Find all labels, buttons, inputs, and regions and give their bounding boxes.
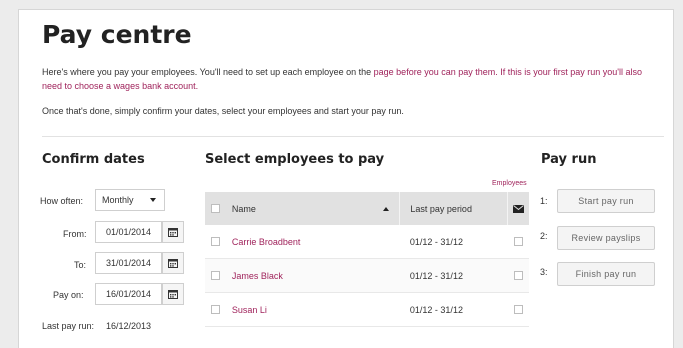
row-select-cell [205,225,226,259]
row-email-cell [507,292,529,327]
employees-table: Name Last pay period Carrie Broadbent 01… [205,192,529,327]
finish-pay-run-button[interactable]: Finish pay run [557,262,655,286]
table-row: Carrie Broadbent 01/12 - 31/12 [205,225,529,259]
pay-centre-panel: Pay centre Here's where you pay your emp… [18,9,674,348]
intro-text-a: Here's where you pay your employees. You… [42,67,374,77]
table-header-row: Name Last pay period [205,192,529,225]
select-employees-heading: Select employees to pay [205,152,385,167]
employee-name-link[interactable]: Susan Li [232,305,267,315]
employee-name: Carrie Broadbent [225,225,400,259]
email-checkbox[interactable] [513,237,523,246]
confirm-dates-heading: Confirm dates [42,152,145,167]
select-all-checkbox[interactable] [210,204,220,213]
intro-instructions: Once that's done, simply confirm your da… [42,106,404,116]
row-select-cell [205,292,226,327]
employee-name: James Black [225,258,400,293]
email-checkbox[interactable] [513,271,523,280]
how-often-select[interactable]: Monthly [95,189,165,211]
from-date-input[interactable]: 01/01/2014 [95,221,162,243]
email-checkbox[interactable] [513,305,523,314]
step-number: 1: [540,196,548,206]
last-pay-period: 01/12 - 31/12 [399,292,508,327]
employee-name: Susan Li [225,292,400,327]
name-column-label: Name [231,203,256,214]
calendar-icon[interactable] [162,252,184,274]
period-column-header: Last pay period [399,192,508,225]
email-column-header [507,192,529,225]
table-row: James Black 01/12 - 31/12 [205,258,529,293]
pay-on-label: Pay on: [53,290,84,300]
envelope-icon [513,204,525,213]
step-number: 3: [540,267,548,277]
calendar-icon[interactable] [162,221,184,243]
divider [42,136,664,137]
sort-asc-icon [383,207,390,211]
to-date-input[interactable]: 31/01/2014 [95,252,162,274]
row-checkbox[interactable] [210,305,220,314]
intro-text: Here's where you pay your employees. You… [42,65,664,93]
name-column-header[interactable]: Name [225,192,400,225]
row-email-cell [507,258,529,293]
employee-name-link[interactable]: James Black [232,271,283,281]
pay-on-date-input[interactable]: 16/01/2014 [95,283,162,305]
page-title: Pay centre [42,20,192,49]
row-select-cell [205,258,226,293]
last-pay-run-value: 16/12/2013 [106,321,152,331]
intro-link[interactable]: page before you can pay them. [374,67,498,77]
last-pay-run-label: Last pay run: [42,321,95,331]
employee-name-link[interactable]: Carrie Broadbent [232,237,301,247]
pay-run-heading: Pay run [541,152,597,167]
review-payslips-button[interactable]: Review payslips [557,226,655,250]
table-row: Susan Li 01/12 - 31/12 [205,292,529,327]
row-checkbox[interactable] [210,237,220,246]
to-label: To: [74,260,87,270]
row-checkbox[interactable] [210,271,220,280]
from-label: From: [63,229,87,239]
calendar-icon[interactable] [162,283,184,305]
start-pay-run-button[interactable]: Start pay run [557,189,655,213]
last-pay-period: 01/12 - 31/12 [399,258,508,293]
employees-link[interactable]: Employees [492,180,527,187]
last-pay-period: 01/12 - 31/12 [399,225,508,259]
how-often-value: Monthly [102,195,134,205]
how-often-label: How often: [40,196,84,206]
select-all-cell [205,192,226,225]
step-number: 2: [540,231,548,241]
row-email-cell [507,225,529,259]
chevron-down-icon [150,198,156,202]
